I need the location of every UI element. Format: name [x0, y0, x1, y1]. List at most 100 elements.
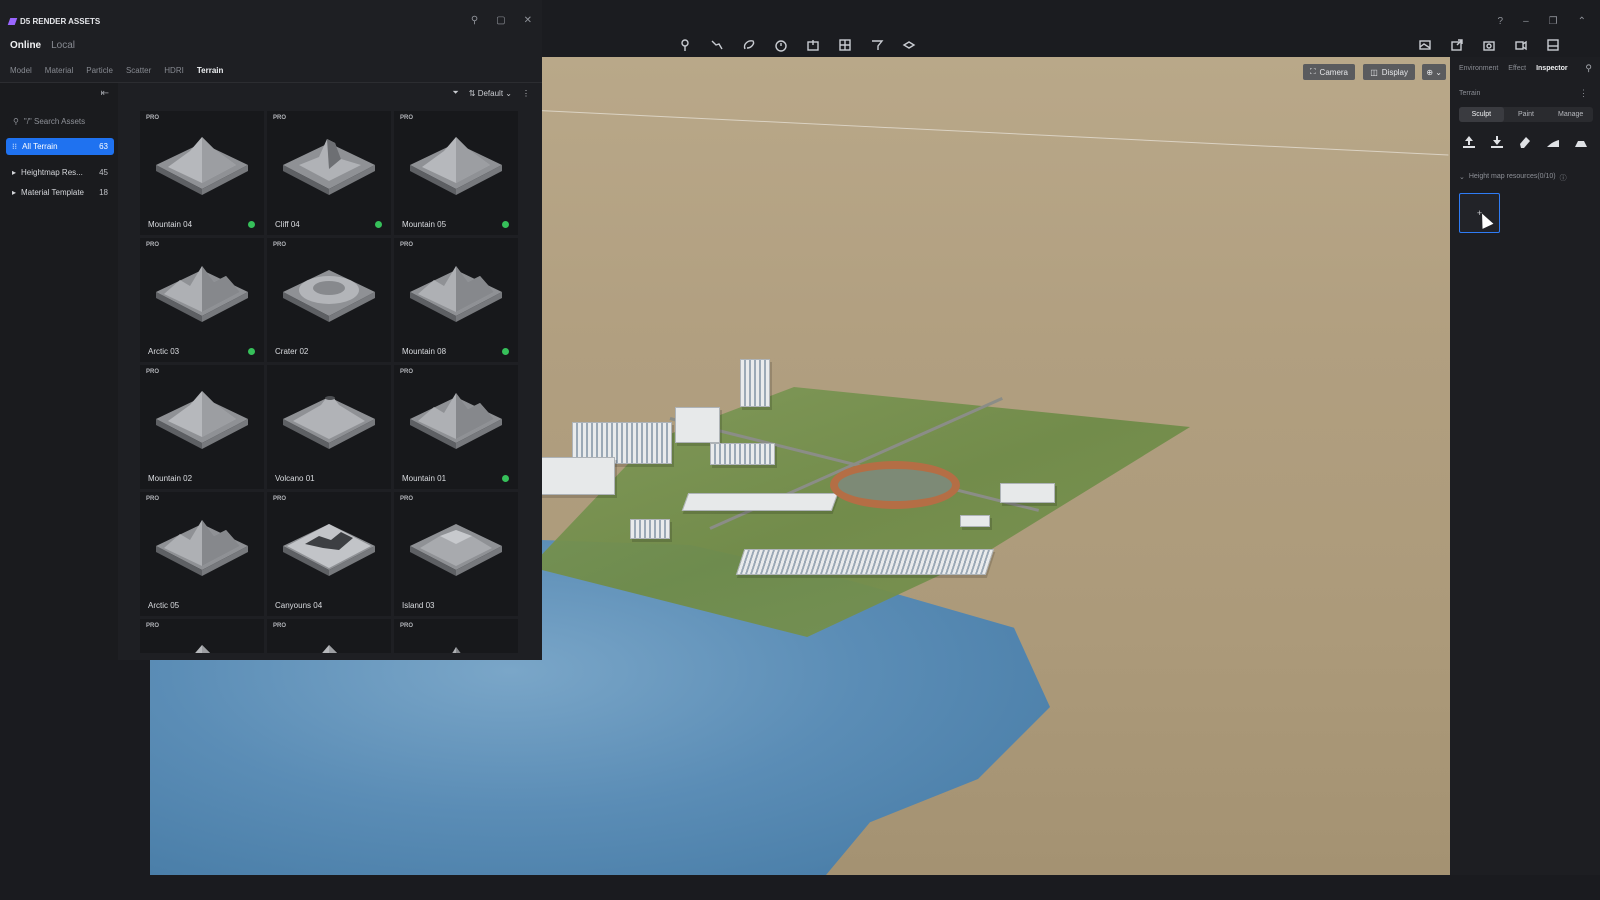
tab-material[interactable]: Material [45, 66, 73, 75]
tab-hdri[interactable]: HDRI [164, 66, 184, 75]
terrain-card[interactable]: PRO Mountain 02 [140, 365, 264, 489]
building [530, 457, 615, 495]
terrain-card[interactable]: PRO Arctic 05 [140, 492, 264, 616]
tab-particle[interactable]: Particle [86, 66, 113, 75]
render-icon[interactable] [1544, 36, 1562, 54]
terrain-card[interactable]: PRO Island 03 [394, 492, 518, 616]
pro-badge: PRO [400, 623, 414, 629]
sculpt-tools [1462, 135, 1588, 149]
terrain-name: Crater 02 [275, 347, 309, 356]
filter-icon[interactable]: ⏷ [452, 88, 458, 98]
terrain-brush-icon[interactable] [868, 36, 886, 54]
caret-right-icon: ▸ [12, 168, 17, 177]
camera-capture-icon[interactable] [1480, 36, 1498, 54]
scene-tools [676, 36, 918, 54]
more-icon[interactable]: ⋮ [522, 89, 530, 98]
pro-badge: PRO [400, 115, 414, 121]
source-online-tab[interactable]: Online [10, 40, 41, 51]
terrain-card[interactable]: Volcano 01 [267, 365, 391, 489]
inspector-tabs: Environment Effect Inspector [1459, 65, 1568, 72]
terrain-card[interactable]: PRO Cliff 04 [267, 111, 391, 235]
item-count: 63 [99, 142, 108, 151]
help-icon[interactable]: ? [1498, 16, 1504, 27]
sidebar-item-label: Heightmap Res... [21, 168, 83, 177]
eraser-icon[interactable] [1518, 135, 1532, 149]
raise-icon[interactable] [1462, 135, 1476, 149]
sidebar-item-label: Material Template [21, 188, 85, 197]
pro-badge: PRO [146, 496, 160, 502]
tab-scatter[interactable]: Scatter [126, 66, 151, 75]
mode-sculpt[interactable]: Sculpt [1459, 107, 1504, 122]
tab-environment[interactable]: Environment [1459, 65, 1498, 72]
terrain-card[interactable]: PRO Crater 02 [267, 238, 391, 362]
tab-effect[interactable]: Effect [1508, 65, 1526, 72]
sort-dropdown[interactable]: ⇅ Default ⌄ [469, 89, 512, 98]
add-heightmap-button[interactable]: + [1459, 193, 1500, 233]
more-icon[interactable]: ⋮ [1579, 88, 1588, 99]
export-icon[interactable] [804, 36, 822, 54]
terrain-thumbnail [410, 510, 502, 582]
asset-sidebar: ⇤ ⚲ ⁝⁝ All Terrain 63 ▸ Heightmap Res... 45 ▸ M… [0, 83, 118, 660]
layers-icon[interactable] [900, 36, 918, 54]
terrain-card[interactable]: PRO Canyouns 04 [267, 492, 391, 616]
video-icon[interactable] [1512, 36, 1530, 54]
pro-badge: PRO [273, 115, 287, 121]
downloaded-status-icon [248, 348, 255, 355]
terrain-card[interactable]: PRO [267, 619, 391, 653]
smooth-icon[interactable] [1546, 135, 1560, 149]
sidebar-item[interactable]: ▸ Material Template 18 [6, 184, 114, 201]
terrain-card[interactable]: PRO Mountain 05 [394, 111, 518, 235]
camera-button[interactable]: ⛶ Camera [1302, 64, 1355, 80]
building [675, 407, 720, 443]
terrain-card[interactable]: PRO Mountain 08 [394, 238, 518, 362]
stadium [830, 461, 960, 509]
display-icon: ◫ [1370, 67, 1378, 77]
tab-inspector[interactable]: Inspector [1536, 65, 1568, 72]
mode-paint[interactable]: Paint [1504, 107, 1549, 122]
terrain-card[interactable]: PRO Mountain 04 [140, 111, 264, 235]
marker-icon[interactable] [676, 36, 694, 54]
terrain-card[interactable]: PRO [394, 619, 518, 653]
terrain-card[interactable]: PRO Mountain 01 [394, 365, 518, 489]
search-input[interactable] [23, 116, 104, 126]
pro-badge: PRO [400, 369, 414, 375]
restore-button[interactable]: ❐ [1549, 16, 1558, 27]
item-count: 18 [99, 188, 108, 197]
terrain-name: Mountain 08 [402, 347, 447, 356]
lower-icon[interactable] [1490, 135, 1504, 149]
asset-panel-title: D5 RENDER ASSETS [7, 17, 100, 26]
pin-icon[interactable]: ⚲ [1585, 63, 1592, 74]
terrain-card[interactable]: PRO [140, 619, 264, 653]
tab-model[interactable]: Model [10, 66, 32, 75]
gizmo-button[interactable]: ⊕ ⌄ [1422, 64, 1446, 80]
maximize-icon[interactable]: ▢ [496, 15, 505, 26]
lasso-icon[interactable] [740, 36, 758, 54]
sidebar-item[interactable]: ⁝⁝ All Terrain 63 [6, 138, 114, 155]
timer-icon[interactable] [772, 36, 790, 54]
display-button[interactable]: ◫ Display [1363, 64, 1415, 80]
terrain-thumbnail [283, 129, 375, 201]
asset-grid: PRO Mountain 04 PRO Cliff 04 PRO Mountain 05 P… [140, 111, 518, 653]
terrain-thumbnail [156, 637, 248, 653]
pin-icon[interactable]: ⚲ [471, 15, 478, 26]
share-icon[interactable] [1448, 36, 1466, 54]
d5-logo-icon [7, 18, 18, 25]
asset-grid-area: ⏷ ⇅ Default ⌄ ⋮ PRO Mountain 04 PRO Cliff 0… [118, 83, 542, 660]
minimize-button[interactable]: – [1523, 16, 1529, 27]
pro-badge: PRO [400, 242, 414, 248]
flatten-icon[interactable] [1574, 135, 1588, 149]
close-icon[interactable]: ✕ [524, 15, 532, 26]
source-local-tab[interactable]: Local [51, 40, 75, 51]
tab-terrain[interactable]: Terrain [197, 66, 224, 75]
search-box: ⚲ [7, 112, 111, 130]
terrain-card[interactable]: PRO Arctic 03 [140, 238, 264, 362]
terrain-thumbnail [410, 256, 502, 328]
gallery-icon[interactable] [1416, 36, 1434, 54]
path-icon[interactable] [708, 36, 726, 54]
grid-icon[interactable] [836, 36, 854, 54]
mode-manage[interactable]: Manage [1548, 107, 1593, 122]
section-title: Terrain [1459, 90, 1481, 97]
sidebar-item[interactable]: ▸ Heightmap Res... 45 [6, 164, 114, 181]
collapse-button[interactable]: ⌃ [1578, 16, 1586, 27]
collapse-sidebar-icon[interactable]: ⇤ [101, 88, 109, 99]
